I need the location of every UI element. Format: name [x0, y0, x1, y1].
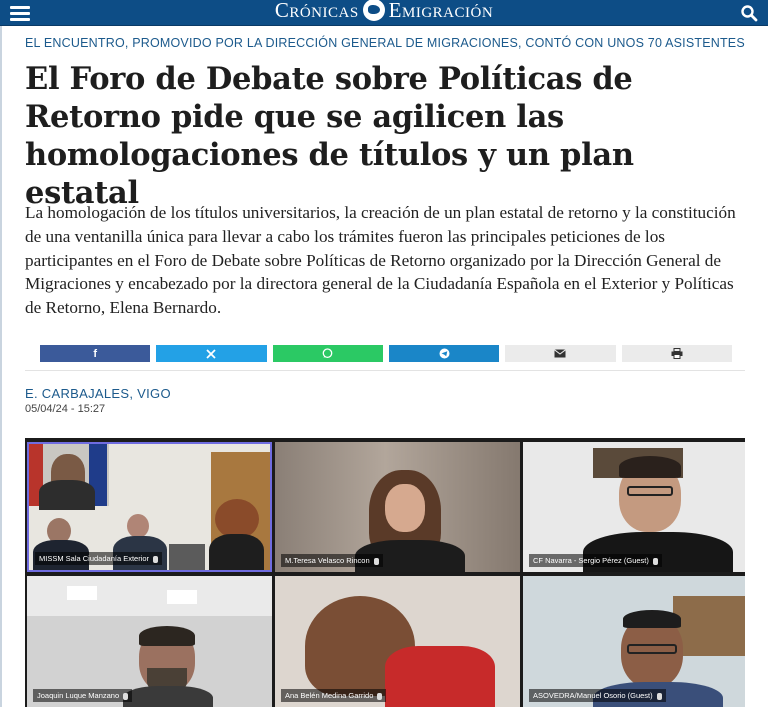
video-tile: CF Navarra - Sergio Pérez (Guest)	[523, 442, 745, 572]
article-photo: MISSM Sala Ciudadanía Exterior M.Teresa …	[25, 438, 745, 707]
tile-label: Joaquin Luque Manzano	[33, 689, 133, 702]
share-facebook-button[interactable]: f	[40, 345, 151, 362]
video-tile: ASOVEDRA/Manuel Osorio (Guest)	[523, 576, 745, 707]
microphone-icon	[652, 557, 658, 565]
whatsapp-icon	[322, 348, 333, 359]
microphone-icon	[377, 692, 383, 700]
site-header: Crónicas Emigración	[0, 0, 768, 26]
x-icon	[206, 348, 217, 359]
email-icon	[554, 349, 567, 358]
article-date: 05/04/24 - 15:27	[25, 403, 106, 415]
article-lead: La homologación de los títulos universit…	[25, 203, 736, 318]
tile-label: Ana Belén Medina Garrido	[281, 689, 387, 702]
tile-label: M.Teresa Velasco Rincon	[281, 554, 383, 567]
article-kicker: EL ENCUENTRO, PROMOVIDO POR LA DIRECCIÓN…	[25, 36, 745, 50]
share-bar: f	[40, 345, 732, 362]
logo-globe-icon	[362, 0, 385, 21]
site-logo[interactable]: Crónicas Emigración	[0, 0, 768, 26]
video-tile: Joaquin Luque Manzano	[27, 576, 272, 707]
article-headline: El Foro de Debate sobre Políticas de Ret…	[25, 61, 634, 211]
tile-label: CF Navarra - Sergio Pérez (Guest)	[529, 554, 662, 567]
search-icon[interactable]	[740, 4, 758, 22]
microphone-icon	[373, 557, 379, 565]
video-tile-room: MISSM Sala Ciudadanía Exterior	[27, 442, 272, 572]
share-print-button[interactable]	[621, 345, 732, 362]
tile-label: ASOVEDRA/Manuel Osorio (Guest)	[529, 689, 666, 702]
article-byline[interactable]: E. CARBAJALES, VIGO	[25, 386, 171, 401]
microphone-icon	[656, 692, 662, 700]
page-left-border	[0, 26, 2, 707]
print-icon	[671, 348, 683, 359]
microphone-icon	[123, 692, 129, 700]
facebook-icon: f	[93, 347, 97, 360]
camera-icon	[153, 555, 159, 563]
share-x-button[interactable]	[156, 345, 267, 362]
share-telegram-button[interactable]	[388, 345, 500, 362]
share-email-button[interactable]	[505, 345, 616, 362]
logo-word-right: Emigración	[388, 0, 494, 22]
logo-word-left: Crónicas	[274, 0, 359, 22]
tile-label: MISSM Sala Ciudadanía Exterior	[35, 552, 163, 565]
share-whatsapp-button[interactable]	[272, 345, 383, 362]
divider	[25, 370, 745, 371]
video-tile: M.Teresa Velasco Rincon	[275, 442, 520, 572]
telegram-icon	[439, 348, 450, 359]
video-tile: Ana Belén Medina Garrido	[275, 576, 520, 707]
